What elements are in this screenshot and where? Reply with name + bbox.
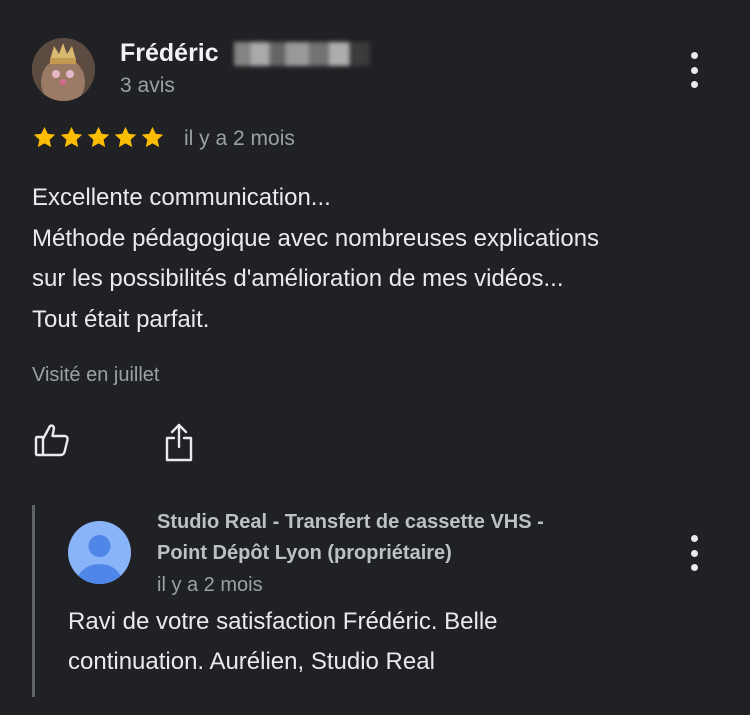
reply-divider bbox=[32, 505, 35, 697]
reply-text-line: continuation. Aurélien, Studio Real bbox=[68, 648, 435, 675]
review-text-line: sur les possibilités d'amélioration de m… bbox=[32, 265, 564, 292]
review-card: Frédéric 3 avis il y a 2 mois Excellente… bbox=[0, 0, 750, 715]
user-avatar[interactable] bbox=[32, 38, 95, 101]
review-text-line: Méthode pédagogique avec nombreuses expl… bbox=[32, 224, 600, 252]
author-name[interactable]: Frédéric bbox=[120, 38, 219, 68]
redacted-surname bbox=[234, 42, 370, 66]
reply-text: Ravi de votre satisfaction Frédéric. Bel… bbox=[68, 602, 708, 682]
reply-more-options-button[interactable] bbox=[687, 535, 701, 571]
star-rating bbox=[32, 125, 165, 150]
owner-name[interactable]: Studio Real - Transfert de cassette VHS … bbox=[157, 507, 657, 568]
author-review-count[interactable]: 3 avis bbox=[120, 73, 175, 99]
review-date: il y a 2 mois bbox=[184, 127, 295, 150]
review-text: Excellente communication... Méthode péda… bbox=[32, 178, 722, 340]
review-text-line: Tout était parfait. bbox=[32, 305, 210, 333]
like-button[interactable] bbox=[34, 423, 70, 457]
review-text-line: Excellente communication... bbox=[32, 184, 331, 211]
owner-name-line: Point Dépôt Lyon (propriétaire) bbox=[157, 541, 452, 564]
thumb-up-icon bbox=[34, 424, 69, 457]
visit-date: Visité en juillet bbox=[32, 364, 160, 386]
star-icon bbox=[114, 126, 137, 148]
more-vertical-icon bbox=[690, 52, 698, 59]
star-icon bbox=[87, 126, 110, 148]
reply-date: il y a 2 mois bbox=[157, 574, 263, 596]
more-vertical-icon bbox=[690, 535, 698, 542]
person-icon bbox=[68, 521, 131, 584]
more-options-button[interactable] bbox=[687, 52, 701, 88]
star-icon bbox=[60, 126, 83, 148]
star-icon bbox=[141, 126, 164, 148]
reply-text-line: Ravi de votre satisfaction Frédéric. Bel… bbox=[68, 608, 498, 635]
owner-avatar[interactable] bbox=[68, 521, 131, 584]
owner-name-line: Studio Real - Transfert de cassette VHS … bbox=[157, 511, 544, 533]
star-icon bbox=[33, 126, 56, 148]
share-button[interactable] bbox=[164, 422, 194, 462]
share-icon bbox=[165, 423, 193, 462]
